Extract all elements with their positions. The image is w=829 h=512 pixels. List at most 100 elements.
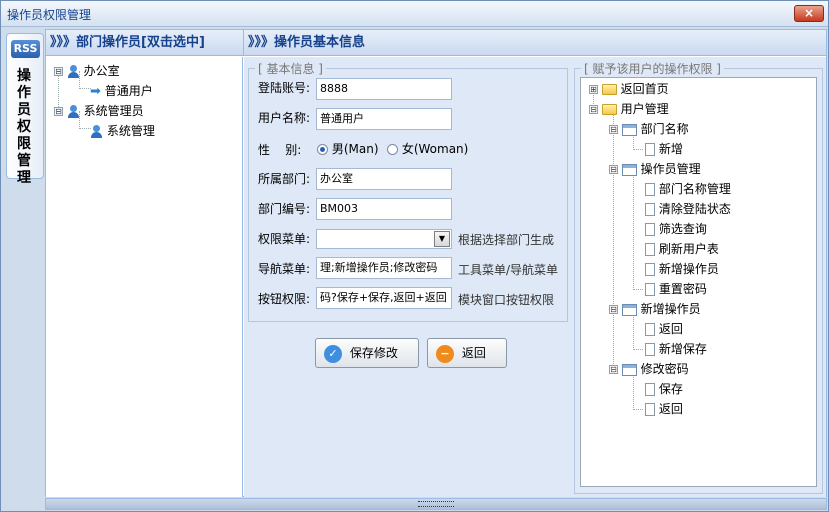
minus-icon: −	[436, 344, 454, 363]
perm-node-reset-password[interactable]: 重置密码	[645, 280, 707, 298]
perm-node-label: 新增操作员	[658, 262, 719, 276]
login-label: 登陆账号:	[258, 81, 311, 95]
perm-node-return[interactable]: 返回	[645, 320, 683, 338]
deptno-label: 部门编号:	[258, 202, 311, 216]
side-tab[interactable]: RSS 操作员权限管理	[6, 33, 44, 186]
splitter-grip-icon[interactable]	[418, 501, 454, 507]
perm-node-label: 返回首页	[620, 82, 669, 96]
perm-node-filter[interactable]: 筛选查询	[645, 220, 707, 238]
back-button-label: 返回	[461, 346, 486, 360]
tree-node-sysadmin[interactable]: ⊟ 系统管理员	[54, 102, 144, 120]
document-icon	[645, 223, 655, 236]
permission-window: 操作员权限管理 × RSS 操作员权限管理 》》》部门操作员[双击选中] 》》》…	[0, 0, 829, 512]
folder-icon	[601, 84, 617, 95]
perm-node-label: 清除登陆状态	[658, 202, 731, 216]
perm-menu-hint: 根据选择部门生成	[458, 233, 555, 247]
perm-node-label: 筛选查询	[658, 222, 707, 236]
deptno-input[interactable]: BM003	[316, 198, 452, 220]
perm-node-return-2[interactable]: 返回	[645, 400, 683, 418]
table-icon	[621, 363, 637, 376]
gender-male-label: 男(Man)	[331, 142, 379, 156]
tree-node-label: 普通用户	[104, 84, 153, 98]
operator-info-pane: [ 基本信息 ] 登陆账号: 8888 用户名称: 普通用户 性 别: 男(Ma…	[244, 57, 826, 497]
perm-node-label: 返回	[658, 402, 683, 416]
perm-node-add[interactable]: 新增	[645, 140, 683, 158]
basic-info-legend: [ 基本信息 ]	[258, 62, 323, 76]
perm-node-label: 修改密码	[640, 362, 689, 376]
collapse-icon[interactable]: ⊟	[54, 107, 63, 116]
collapse-icon[interactable]: ⊟	[609, 165, 618, 174]
gender-label: 性 别:	[258, 143, 302, 157]
perm-node-label: 返回	[658, 322, 683, 336]
dept-input[interactable]: 办公室	[316, 168, 452, 190]
collapse-icon[interactable]: ⊟	[589, 105, 598, 114]
perm-node-label: 操作员管理	[640, 162, 701, 176]
chevron-down-icon[interactable]: ▼	[434, 231, 450, 247]
perm-node-change-password[interactable]: ⊟ 修改密码	[609, 360, 689, 378]
gender-male-option[interactable]: 男(Man)	[317, 140, 379, 157]
collapse-icon[interactable]: ⊟	[54, 67, 63, 76]
save-button-label: 保存修改	[349, 346, 398, 360]
document-icon	[645, 343, 655, 356]
button-perm-input[interactable]: 码?保存+保存,返回+返回	[316, 287, 452, 309]
perm-node-operator-mgmt[interactable]: ⊟ 操作员管理	[609, 160, 701, 178]
table-icon	[621, 163, 637, 176]
perm-node-home[interactable]: ⊞ 返回首页	[589, 80, 669, 98]
close-button[interactable]: ×	[794, 5, 824, 22]
perm-node-new-save[interactable]: 新增保存	[645, 340, 707, 358]
gender-female-label: 女(Woman)	[401, 142, 469, 156]
collapse-icon[interactable]: ⊟	[609, 305, 618, 314]
user-icon	[90, 124, 103, 139]
dept-operator-header: 》》》部门操作员[双击选中]	[46, 30, 244, 56]
tree-node-office[interactable]: ⊟ 办公室	[54, 62, 120, 80]
perm-node-new-operator[interactable]: ⊟ 新增操作员	[609, 300, 701, 318]
user-group-icon	[67, 104, 80, 119]
title-bar[interactable]: 操作员权限管理 ×	[1, 1, 828, 27]
save-button[interactable]: ✓ 保存修改	[315, 338, 419, 368]
username-input[interactable]: 普通用户	[316, 108, 452, 130]
table-icon	[621, 303, 637, 316]
permission-legend: [ 赋予该用户的操作权限 ]	[584, 62, 721, 76]
document-icon	[645, 323, 655, 336]
collapse-icon[interactable]: ⊟	[609, 365, 618, 374]
perm-node-save[interactable]: 保存	[645, 380, 683, 398]
document-icon	[645, 403, 655, 416]
permission-tree[interactable]: ⊞ 返回首页 ⊟ 用户管理 ⊟ 部门名称 新增 ⊟ 操作员管理 部门名称管理 清…	[580, 77, 817, 487]
tree-node-label: 系统管理员	[83, 104, 144, 118]
perm-node-clear-login[interactable]: 清除登陆状态	[645, 200, 731, 218]
gender-female-option[interactable]: 女(Woman)	[387, 140, 468, 157]
perm-node-label: 重置密码	[658, 282, 707, 296]
bottom-splitter[interactable]	[45, 498, 827, 510]
perm-node-label: 用户管理	[620, 102, 669, 116]
nav-menu-label: 导航菜单:	[258, 262, 311, 276]
back-button[interactable]: − 返回	[427, 338, 507, 368]
button-perm-label: 按钮权限:	[258, 292, 311, 306]
login-input[interactable]: 8888	[316, 78, 452, 100]
document-icon	[645, 143, 655, 156]
window-title: 操作员权限管理	[7, 8, 92, 22]
document-icon	[645, 183, 655, 196]
perm-node-dept-name-mgmt[interactable]: 部门名称管理	[645, 180, 731, 198]
perm-node-refresh[interactable]: 刷新用户表	[645, 240, 719, 258]
radio-unchecked-icon[interactable]	[387, 144, 398, 155]
tree-node-sysmanage[interactable]: 系统管理	[90, 122, 155, 140]
perm-node-label: 部门名称管理	[658, 182, 731, 196]
radio-checked-icon[interactable]	[317, 144, 328, 155]
perm-node-dept-name[interactable]: ⊟ 部门名称	[609, 120, 689, 138]
perm-menu-select[interactable]: ▼	[316, 229, 452, 249]
operator-info-header: 》》》操作员基本信息	[244, 30, 826, 56]
arrow-right-icon: ➡	[90, 83, 101, 99]
perm-node-user-mgmt[interactable]: ⊟ 用户管理	[589, 100, 669, 118]
nav-menu-input[interactable]: 理;新增操作员;修改密码	[316, 257, 452, 279]
expand-icon[interactable]: ⊞	[589, 85, 598, 94]
table-icon	[621, 123, 637, 136]
tree-node-normal-user[interactable]: ➡ 普通用户	[90, 82, 153, 100]
main-panel: 》》》部门操作员[双击选中] 》》》操作员基本信息 ⊟ 办公室 ➡ 普通用户 ⊟…	[45, 29, 827, 497]
rss-icon: RSS	[11, 40, 40, 58]
tree-node-label: 办公室	[83, 64, 120, 78]
button-perm-hint: 模块窗口按钮权限	[458, 293, 555, 307]
user-group-icon	[67, 64, 80, 79]
collapse-icon[interactable]: ⊟	[609, 125, 618, 134]
tree-line	[613, 108, 614, 370]
perm-node-add-operator[interactable]: 新增操作员	[645, 260, 719, 278]
